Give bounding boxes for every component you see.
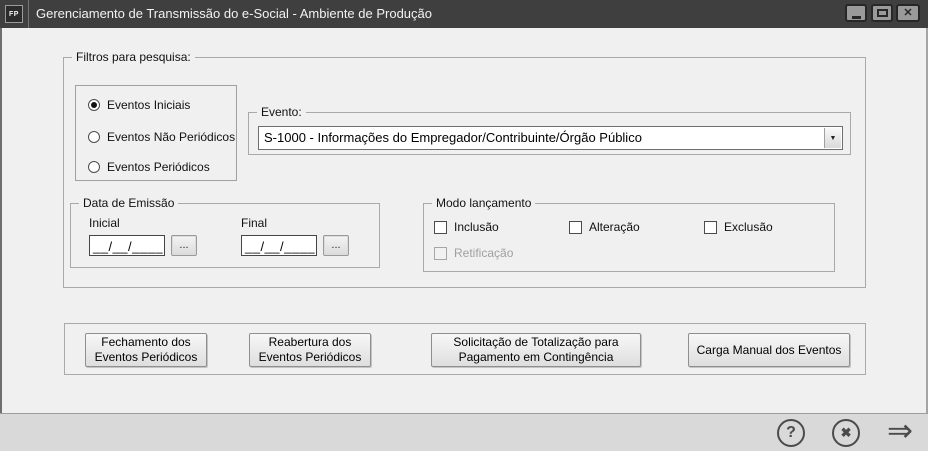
chevron-down-icon: ▼ <box>829 134 837 142</box>
app-icon: FP <box>5 5 23 23</box>
checkbox-label: Exclusão <box>724 220 773 234</box>
checkbox-alteracao[interactable]: Alteração <box>569 220 640 234</box>
help-button[interactable]: ? <box>777 418 806 447</box>
maximize-button[interactable] <box>871 4 893 22</box>
evento-combobox[interactable]: S-1000 - Informações do Empregador/Contr… <box>258 126 843 150</box>
help-icon: ? <box>786 423 796 441</box>
evento-group-label: Evento: <box>257 105 306 119</box>
checkbox-label: Alteração <box>589 220 640 234</box>
data-emissao-group-label: Data de Emissão <box>79 196 179 210</box>
modo-lancamento-groupbox: Modo lançamento Inclusão Alteração Exclu… <box>423 196 835 272</box>
titlebar[interactable]: FP Gerenciamento de Transmissão do e-Soc… <box>0 0 928 28</box>
radio-icon <box>88 161 100 173</box>
checkbox-retificacao: Retificação <box>434 246 513 260</box>
evento-dropdown-button[interactable]: ▼ <box>824 128 841 148</box>
checkbox-label: Inclusão <box>454 220 499 234</box>
footer-bar: ? ✖ ⇒ <box>0 413 928 451</box>
forward-button[interactable]: ⇒ <box>887 415 913 446</box>
solicitacao-totalizacao-button[interactable]: Solicitação de Totalização para Pagament… <box>431 333 641 367</box>
close-button[interactable]: ✕ <box>896 4 920 22</box>
inicial-label: Inicial <box>89 216 120 230</box>
close-icon: ✕ <box>903 6 913 19</box>
final-browse-button[interactable]: ... <box>323 235 349 256</box>
app-window: FP Gerenciamento de Transmissão do e-Soc… <box>0 0 928 451</box>
final-label: Final <box>241 216 268 230</box>
evento-groupbox: Evento: S-1000 - Informações do Empregad… <box>248 105 851 155</box>
radio-eventos-iniciais[interactable]: Eventos Iniciais <box>88 98 190 112</box>
radio-label: Eventos Não Periódicos <box>107 130 236 144</box>
window-title: Gerenciamento de Transmissão do e-Social… <box>36 6 432 21</box>
actions-panel: Fechamento dos Eventos Periódicos Reaber… <box>64 323 866 375</box>
radio-icon <box>88 99 100 111</box>
checkbox-icon <box>704 220 717 234</box>
checkbox-exclusao[interactable]: Exclusão <box>704 220 773 234</box>
radio-eventos-periodicos[interactable]: Eventos Periódicos <box>88 160 210 174</box>
checkbox-inclusao[interactable]: Inclusão <box>434 220 499 234</box>
radio-label: Eventos Periódicos <box>107 160 210 174</box>
radio-label: Eventos Iniciais <box>107 98 191 112</box>
arrow-right-icon: ⇒ <box>887 413 913 448</box>
maximize-icon <box>876 9 888 17</box>
reabertura-eventos-button[interactable]: Reabertura dos Eventos Periódicos <box>249 333 371 367</box>
filters-group-label: Filtros para pesquisa: <box>72 50 195 64</box>
checkbox-icon <box>434 220 447 234</box>
radio-eventos-nao-periodicos[interactable]: Eventos Não Periódicos <box>88 130 235 144</box>
minimize-button[interactable] <box>845 4 867 22</box>
event-type-panel: Eventos Iniciais Eventos Não Periódicos … <box>75 85 237 181</box>
inicial-browse-button[interactable]: ... <box>171 235 197 256</box>
checkbox-icon <box>569 220 582 234</box>
final-date-input[interactable]: __/__/____ <box>241 235 317 256</box>
checkbox-label: Retificação <box>454 246 514 260</box>
cancel-icon: ✖ <box>840 424 852 440</box>
footer-icons: ? ✖ ⇒ <box>777 414 913 451</box>
evento-selected-value: S-1000 - Informações do Empregador/Contr… <box>264 130 642 145</box>
cancel-button[interactable]: ✖ <box>832 418 861 447</box>
titlebar-separator <box>28 0 29 28</box>
radio-icon <box>88 131 100 143</box>
inicial-date-input[interactable]: __/__/____ <box>89 235 165 256</box>
minimize-icon <box>851 15 861 19</box>
data-emissao-groupbox: Data de Emissão Inicial __/__/____ ... F… <box>70 196 380 268</box>
carga-manual-button[interactable]: Carga Manual dos Eventos <box>688 333 850 367</box>
modo-lancamento-group-label: Modo lançamento <box>432 196 536 210</box>
fechamento-eventos-button[interactable]: Fechamento dos Eventos Periódicos <box>85 333 207 367</box>
checkbox-icon <box>434 246 447 260</box>
